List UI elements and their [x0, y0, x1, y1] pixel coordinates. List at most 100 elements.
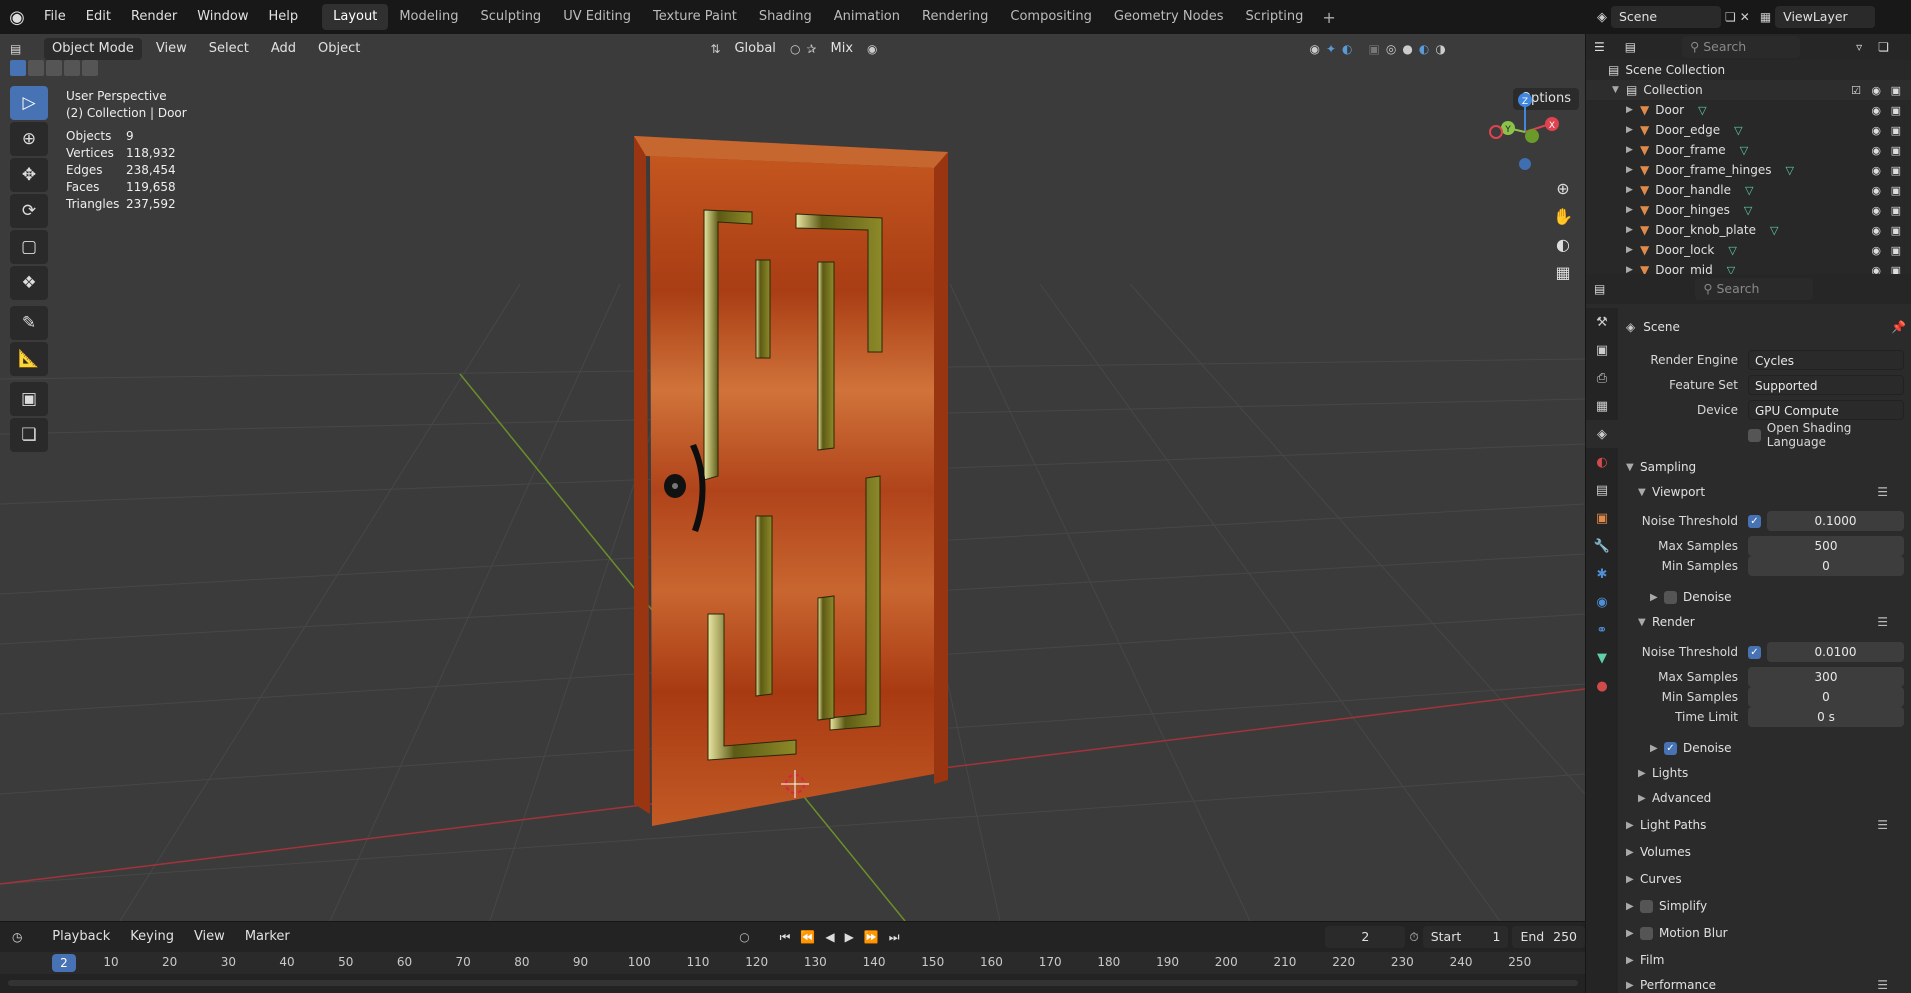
world-tab-icon[interactable]: ◐	[1586, 448, 1618, 476]
motion-blur-panel[interactable]: ▶ Motion Blur	[1626, 922, 1911, 944]
vp-noise-checkbox[interactable]: ✓	[1748, 514, 1761, 528]
visibility-eye-icon[interactable]: ◉	[1871, 224, 1881, 237]
render-engine-dropdown[interactable]: Cycles	[1748, 350, 1904, 370]
r-denoise-header[interactable]: ▶ ✓ Denoise	[1626, 737, 1911, 759]
add-menu[interactable]: Add	[263, 37, 304, 61]
tab-geometry-nodes[interactable]: Geometry Nodes	[1103, 4, 1235, 30]
visibility-eye-icon[interactable]: ◉	[1871, 84, 1881, 97]
playhead-frame[interactable]: 2	[52, 954, 76, 972]
blender-logo-icon[interactable]: ◉	[0, 0, 34, 34]
outliner-object-row[interactable]: ▶ ▼ Door_hinges ▽ ◉ ▣	[1586, 200, 1911, 220]
r-noise-checkbox[interactable]: ✓	[1748, 645, 1761, 659]
timeline-view-menu[interactable]: View	[186, 925, 233, 949]
render-camera-icon[interactable]: ▣	[1891, 124, 1901, 137]
timeline-scrollbar[interactable]	[8, 980, 1578, 986]
cursor-tool-icon[interactable]: ⊕	[10, 122, 48, 156]
filter-icon[interactable]: ▿	[1856, 40, 1862, 54]
end-frame-field[interactable]: End 250	[1512, 926, 1585, 948]
mesh-data-icon[interactable]: ▽	[1734, 124, 1742, 137]
material-tab-icon[interactable]: ●	[1586, 672, 1618, 700]
overlay-toggle-icon[interactable]: ◐	[1342, 42, 1352, 56]
material-shading-icon[interactable]: ◐	[1419, 42, 1429, 56]
snap-mode-dropdown[interactable]: Mix	[822, 37, 861, 61]
pin-icon[interactable]: 📌	[1891, 320, 1906, 334]
mesh-data-icon[interactable]: ▽	[1785, 164, 1793, 177]
vp-noise-threshold-field[interactable]: 0.1000	[1767, 511, 1904, 531]
transform-orientation-dropdown[interactable]: Global	[726, 37, 783, 61]
outliner-object-row[interactable]: ▶ ▼ Door_frame_hinges ▽ ◉ ▣	[1586, 160, 1911, 180]
outliner-search[interactable]: ⚲ Search	[1682, 36, 1801, 58]
render-camera-icon[interactable]: ▣	[1891, 84, 1901, 97]
playback-menu[interactable]: Playback	[44, 925, 118, 949]
constraints-tab-icon[interactable]: ⚭	[1586, 616, 1618, 644]
render-camera-icon[interactable]: ▣	[1891, 204, 1901, 217]
delete-scene-icon[interactable]: ✕	[1740, 10, 1750, 24]
outliner-object-row[interactable]: ▶ ▼ Door_frame ▽ ◉ ▣	[1586, 140, 1911, 160]
expand-collection-icon[interactable]: ▼	[1612, 85, 1626, 95]
sampling-panel-header[interactable]: ▼ Sampling	[1626, 456, 1911, 478]
tab-modeling[interactable]: Modeling	[388, 4, 469, 30]
tab-shading[interactable]: Shading	[748, 4, 823, 30]
pivot-icon[interactable]: ○	[790, 42, 800, 56]
expand-object-icon[interactable]: ▶	[1626, 105, 1640, 115]
visibility-eye-icon[interactable]: ◉	[1871, 124, 1881, 137]
menu-render[interactable]: Render	[121, 0, 187, 34]
frame-ruler[interactable]: 2 10 20 30 40 50 60 70 80 90 100 110 120 130 140 150 16…	[0, 952, 1585, 974]
vp-max-samples-field[interactable]: 500	[1748, 536, 1904, 556]
add-cube-tool-icon[interactable]: ▣	[10, 382, 48, 416]
view-menu[interactable]: View	[148, 37, 195, 61]
jump-keyframe-back-icon[interactable]: ⏪	[797, 930, 818, 944]
render-camera-icon[interactable]: ▣	[1891, 184, 1901, 197]
light-paths-panel[interactable]: ▶ Light Paths ☰	[1626, 814, 1911, 836]
feature-set-dropdown[interactable]: Supported	[1748, 375, 1904, 395]
select-menu[interactable]: Select	[201, 37, 257, 61]
visibility-eye-icon[interactable]: ◉	[1871, 244, 1881, 257]
tab-compositing[interactable]: Compositing	[999, 4, 1103, 30]
gizmo-toggle-icon[interactable]: ✦	[1326, 42, 1336, 56]
tab-scripting[interactable]: Scripting	[1235, 4, 1315, 30]
device-dropdown[interactable]: GPU Compute	[1748, 400, 1904, 420]
vp-denoise-checkbox[interactable]	[1664, 590, 1677, 604]
proportional-edit-icon[interactable]: ◉	[867, 42, 877, 56]
r-denoise-checkbox[interactable]: ✓	[1664, 741, 1677, 755]
xray-icon[interactable]: ▣	[1369, 42, 1380, 56]
performance-panel[interactable]: ▶ Performance ☰	[1626, 974, 1911, 993]
mesh-data-icon[interactable]: ▽	[1698, 104, 1706, 117]
play-reverse-icon[interactable]: ◀	[822, 930, 837, 944]
visibility-eye-icon[interactable]: ◉	[1871, 204, 1881, 217]
object-tab-icon[interactable]: ▣	[1586, 504, 1618, 532]
tool-tab-icon[interactable]: ⚒	[1586, 308, 1618, 336]
lights-subpanel[interactable]: ▶ Lights	[1626, 762, 1911, 784]
camera-view-icon[interactable]: ◐	[1549, 230, 1577, 258]
light-paths-presets-icon[interactable]: ☰	[1877, 818, 1888, 832]
tab-sculpting[interactable]: Sculpting	[469, 4, 552, 30]
viewport-subpanel-header[interactable]: ▼ Viewport ☰	[1626, 481, 1911, 503]
render-tab-icon[interactable]: ▣	[1586, 336, 1618, 364]
marker-menu[interactable]: Marker	[237, 925, 298, 949]
performance-presets-icon[interactable]: ☰	[1877, 978, 1888, 992]
outliner-object-row[interactable]: ▶ ▼ Door_handle ▽ ◉ ▣	[1586, 180, 1911, 200]
expand-object-icon[interactable]: ▶	[1626, 145, 1640, 155]
scene-collection-row[interactable]: ▤ Scene Collection	[1586, 60, 1911, 80]
snap-icon[interactable]: ✰	[806, 42, 816, 56]
visibility-eye-icon[interactable]: ◉	[1871, 104, 1881, 117]
osl-checkbox[interactable]	[1748, 428, 1761, 442]
output-tab-icon[interactable]: ⎙	[1586, 364, 1618, 392]
properties-editor-icon[interactable]: ▤	[1594, 282, 1605, 296]
r-noise-threshold-field[interactable]: 0.0100	[1767, 642, 1904, 662]
scene-tab-icon[interactable]: ◈	[1586, 420, 1618, 448]
tab-animation[interactable]: Animation	[823, 4, 911, 30]
outliner-editor-icon[interactable]: ☰	[1594, 40, 1605, 54]
move-tool-icon[interactable]: ✥	[10, 158, 48, 192]
properties-search[interactable]: ⚲ Search	[1695, 278, 1814, 300]
mesh-data-icon[interactable]: ▽	[1770, 224, 1778, 237]
outliner-object-row[interactable]: ▶ ▼ Door_edge ▽ ◉ ▣	[1586, 120, 1911, 140]
render-camera-icon[interactable]: ▣	[1891, 224, 1901, 237]
start-frame-field[interactable]: Start 1	[1422, 926, 1509, 948]
navigation-gizmo[interactable]: Z X Y	[1480, 86, 1570, 176]
r-max-samples-field[interactable]: 300	[1748, 667, 1904, 687]
transform-tool-icon[interactable]: ❖	[10, 266, 48, 300]
tab-layout[interactable]: Layout	[322, 4, 389, 30]
preview-range-icon[interactable]: ⏱	[1409, 930, 1418, 945]
new-scene-icon[interactable]: ❏	[1725, 10, 1736, 24]
